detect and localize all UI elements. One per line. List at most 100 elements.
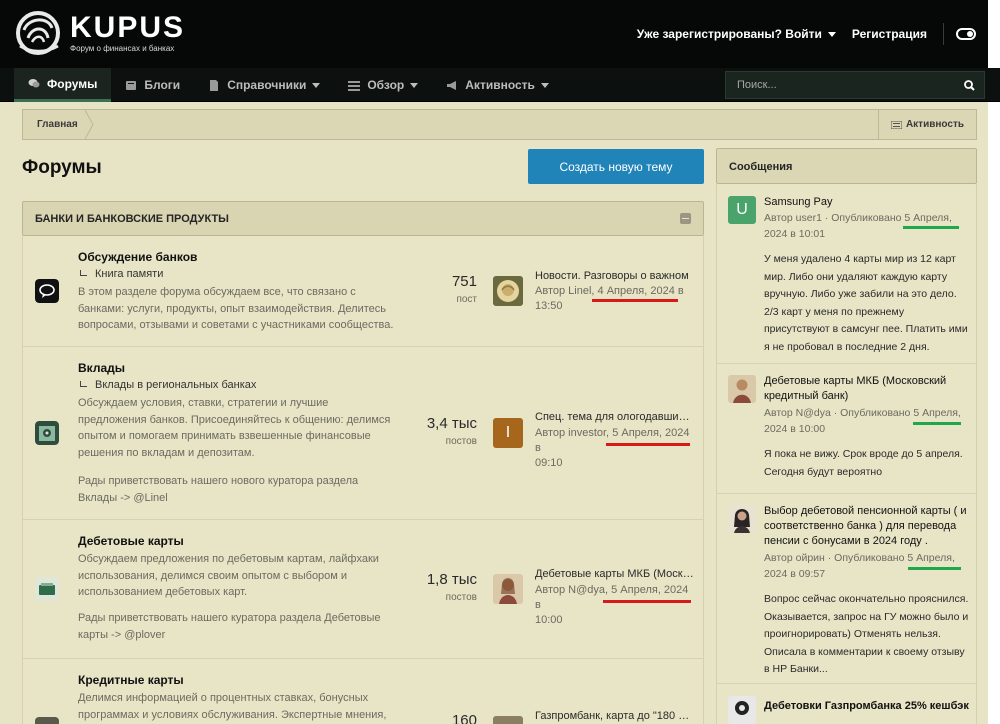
post-time: 2024 в 10:01 (764, 228, 826, 240)
logo-text: KUPUS Форум о финансах и банках (70, 11, 186, 54)
search-input[interactable] (726, 79, 954, 91)
last-post-author[interactable]: Автор N@dya, (535, 584, 608, 596)
safe-deposit-icon (35, 421, 59, 445)
credit-card-icon (35, 717, 59, 724)
chat-bubbles-icon (28, 79, 40, 88)
post-excerpt: Я пока не вижу. Срок вроде до 5 апреля. … (764, 448, 963, 478)
user-photo-avatar[interactable] (493, 574, 523, 604)
last-post-author[interactable]: Автор investor, (535, 427, 609, 439)
sidebar-posts: U Samsung Pay Автор user1 · Опубликовано… (716, 184, 977, 724)
post-count: 3,4 тыс (426, 415, 477, 432)
nav-label: Справочники (227, 78, 307, 92)
megaphone-icon (447, 80, 457, 90)
collapse-icon[interactable] (680, 213, 691, 224)
green-underline (903, 226, 959, 229)
post-date: 5 Апреля, (913, 407, 961, 419)
last-post-meta: Автор N@dya, 5 Апреля, 2024 в 10:00 (535, 583, 695, 628)
post-count: 751 (451, 273, 477, 290)
post-author: Автор N@dya · Опубликовано (764, 407, 911, 419)
activity-label: Активность (905, 119, 964, 130)
red-underline (592, 299, 678, 302)
document-icon (210, 79, 219, 91)
forum-title[interactable]: Дебетовые карты (78, 534, 184, 548)
nav-item-forums[interactable]: Форумы (14, 68, 112, 102)
theme-toggle-icon[interactable] (956, 28, 976, 40)
user-avatar[interactable] (493, 716, 523, 724)
last-post-title[interactable]: Газпромбанк, карта до "180 дн... (535, 710, 695, 722)
post-count: 160 (451, 712, 477, 724)
post-date: 5 Апреля, (904, 212, 952, 224)
page-title: Форумы (22, 157, 102, 178)
subforum-link[interactable]: Книга памяти (78, 268, 163, 280)
nav-item-overview[interactable]: Обзор (334, 68, 432, 102)
create-topic-button[interactable]: Создать новую тему (528, 149, 704, 184)
post-title[interactable]: Выбор дебетовой пенсионной карты ( и соо… (764, 504, 969, 549)
last-post-time: 13:50 (535, 300, 563, 312)
red-underline (603, 600, 691, 603)
green-underline (913, 422, 961, 425)
post-title[interactable]: Дебетовки Газпромбанка 25% кешбэк (764, 699, 969, 714)
forum-row-debit-cards: Дебетовые карты Обсуждаем предложения по… (23, 520, 703, 659)
card-wallet-icon (35, 577, 59, 601)
subforum-link[interactable]: Вклады в региональных банках (78, 379, 256, 391)
nav-item-directories[interactable]: Справочники (194, 68, 334, 102)
post-title[interactable]: Дебетовые карты МКБ (Московский кредитны… (764, 374, 969, 404)
forum-note: Рады приветствовать нашего нового курато… (78, 475, 359, 504)
last-post-title[interactable]: Спец. тема для ологодавших ф... (535, 411, 695, 423)
sidebar-post: Дебетовые карты МКБ (Московский кредитны… (717, 364, 976, 494)
last-post-title[interactable]: Новости. Разговоры о важном (535, 270, 695, 282)
book-icon (126, 80, 137, 90)
post-time: 2024 в 09:57 (764, 568, 826, 580)
post-count: 1,8 тыс (426, 571, 477, 588)
chat-forum-icon (35, 279, 59, 303)
forum-description: В этом разделе форума обсуждаем все, что… (78, 286, 394, 331)
red-underline (606, 443, 690, 446)
user-photo-avatar[interactable] (728, 375, 756, 403)
subforum-label: Вклады в региональных банках (95, 379, 257, 391)
forum-title[interactable]: Вклады (78, 361, 125, 375)
list-icon (890, 120, 902, 129)
login-link[interactable]: Уже зарегистрированы? Войти (637, 27, 836, 41)
register-link[interactable]: Регистрация (852, 27, 927, 41)
chevron-down-icon (827, 31, 836, 37)
site-header: KUPUS Форум о финансах и банках Уже заре… (0, 0, 1000, 68)
nav-item-blogs[interactable]: Блоги (111, 68, 194, 102)
nav-label: Форумы (47, 76, 98, 91)
last-post-title[interactable]: Дебетовые карты МКБ (Моско... (535, 568, 695, 580)
category-header: БАНКИ И БАНКОВСКИЕ ПРОДУКТЫ (22, 201, 704, 236)
sidebar-title: Сообщения (729, 161, 793, 173)
activity-button[interactable]: Активность (877, 110, 976, 139)
user-photo-avatar[interactable] (728, 696, 756, 724)
user-photo-avatar[interactable] (728, 505, 756, 533)
site-logo[interactable]: KUPUS Форум о финансах и банках (14, 10, 185, 56)
sidebar-header: Сообщения (716, 148, 977, 184)
last-post-author[interactable]: Автор Linel, (535, 285, 594, 297)
rose-avatar[interactable] (493, 276, 523, 306)
brand-name: KUPUS (70, 11, 186, 44)
post-count-label: постов (445, 592, 477, 603)
sidebar-post: U Samsung Pay Автор user1 · Опубликовано… (717, 184, 976, 364)
user-avatar[interactable]: I (493, 418, 523, 448)
search-box (725, 71, 985, 99)
forum-row-credit-cards: Кредитные карты Делимся информацией о пр… (23, 659, 703, 724)
sidebar-post: Выбор дебетовой пенсионной карты ( и соо… (717, 494, 976, 684)
nav-item-activity[interactable]: Активность (432, 68, 563, 102)
post-date: 5 Апреля, (907, 552, 955, 564)
chevron-down-icon (540, 82, 549, 88)
post-count-label: постов (445, 436, 477, 447)
forum-description: Делимся информацией о процентных ставках… (78, 692, 387, 721)
post-time: 2024 в 10:00 (764, 423, 826, 435)
search-button[interactable] (954, 72, 984, 98)
forum-description: Обсуждаем условия, ставки, стратегии и л… (78, 397, 391, 459)
last-post-meta: Автор investor, 5 Апреля, 2024 в 09:10 (535, 426, 695, 471)
tree-branch-icon (80, 269, 87, 276)
category-title: БАНКИ И БАНКОВСКИЕ ПРОДУКТЫ (35, 213, 229, 225)
post-author: Автор ойрин · Опубликовано (764, 552, 905, 564)
forum-title[interactable]: Кредитные карты (78, 673, 184, 687)
post-author: Автор user1 · Опубликовано (764, 212, 902, 224)
window-edge (988, 102, 1000, 724)
forum-title[interactable]: Обсуждение банков (78, 250, 197, 264)
user-avatar[interactable]: U (728, 196, 756, 224)
breadcrumb-home[interactable]: Главная (23, 110, 92, 139)
post-title[interactable]: Samsung Pay (764, 195, 969, 210)
